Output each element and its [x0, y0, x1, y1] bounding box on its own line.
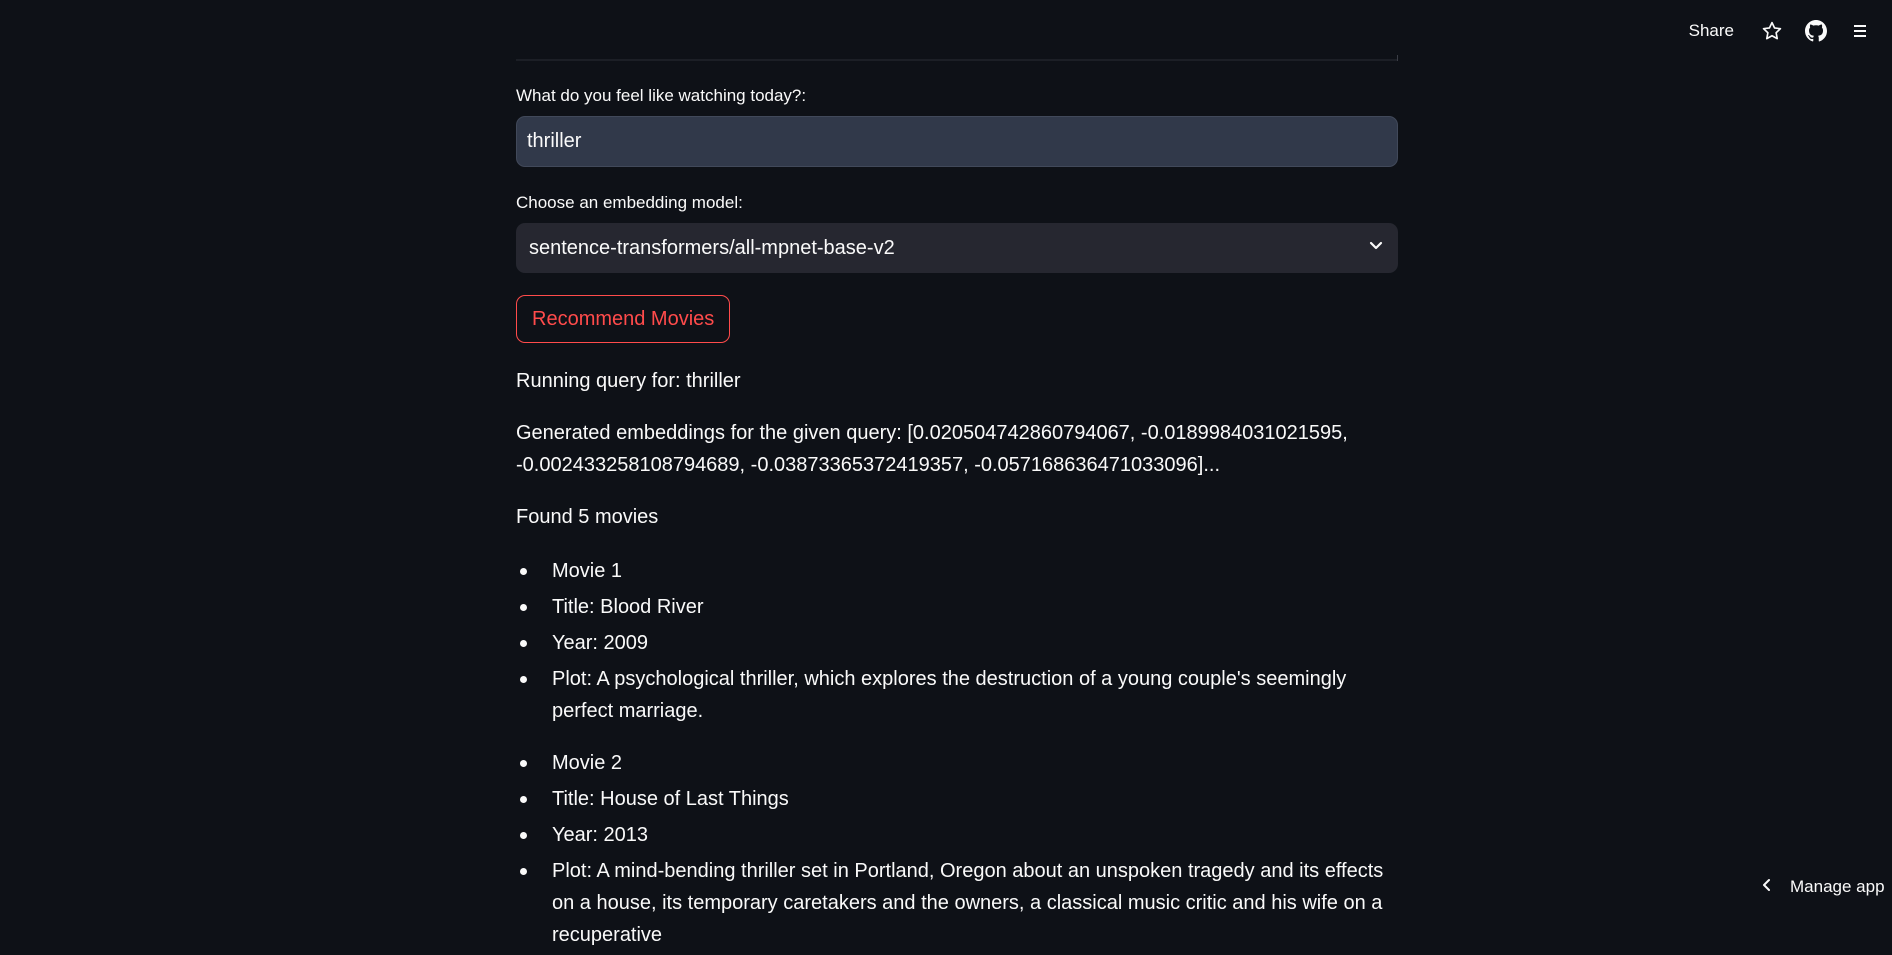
chevron-left-icon: [1760, 877, 1774, 897]
main-content: What do you feel like watching today?: t…: [516, 84, 1398, 955]
list-item: Plot: A mind-bending thriller set in Por…: [516, 855, 1398, 951]
list-item: Plot: A psychological thriller, which ex…: [516, 663, 1398, 727]
query-input[interactable]: thriller: [516, 116, 1398, 167]
github-icon[interactable]: [1796, 11, 1836, 51]
list-item: Year: 2009: [516, 627, 1398, 659]
star-icon[interactable]: [1752, 11, 1792, 51]
list-item: Movie 2: [516, 747, 1398, 779]
header-toolbar: Share: [0, 0, 1892, 62]
list-item: Year: 2013: [516, 819, 1398, 851]
model-label: Choose an embedding model:: [516, 191, 1398, 215]
embeddings-line-1: Generated embeddings for the given query…: [516, 417, 1398, 449]
embeddings-line-2: -0.002433258108794689, -0.03873365372419…: [516, 449, 1398, 481]
list-item: Movie 1: [516, 555, 1398, 587]
manage-app-button[interactable]: Manage app: [1742, 862, 1892, 912]
share-button[interactable]: Share: [1675, 13, 1748, 49]
embeddings-text: Generated embeddings for the given query…: [516, 417, 1398, 481]
recommend-movies-button[interactable]: Recommend Movies: [516, 295, 730, 343]
manage-app-label: Manage app: [1790, 877, 1885, 897]
select-value: sentence-transformers/all-mpnet-base-v2: [529, 237, 895, 260]
running-query-text: Running query for: thriller: [516, 365, 1398, 397]
movie-list: Movie 1 Title: Blood River Year: 2009 Pl…: [516, 555, 1398, 727]
more-menu-icon[interactable]: [1840, 11, 1880, 51]
list-item: Title: Blood River: [516, 591, 1398, 623]
chevron-down-icon: [1366, 235, 1386, 261]
divider: [516, 59, 1398, 61]
embedding-model-select[interactable]: sentence-transformers/all-mpnet-base-v2: [516, 223, 1398, 273]
query-label: What do you feel like watching today?:: [516, 84, 1398, 108]
found-count-text: Found 5 movies: [516, 501, 1398, 533]
list-item: Title: House of Last Things: [516, 783, 1398, 815]
movie-list: Movie 2 Title: House of Last Things Year…: [516, 747, 1398, 951]
